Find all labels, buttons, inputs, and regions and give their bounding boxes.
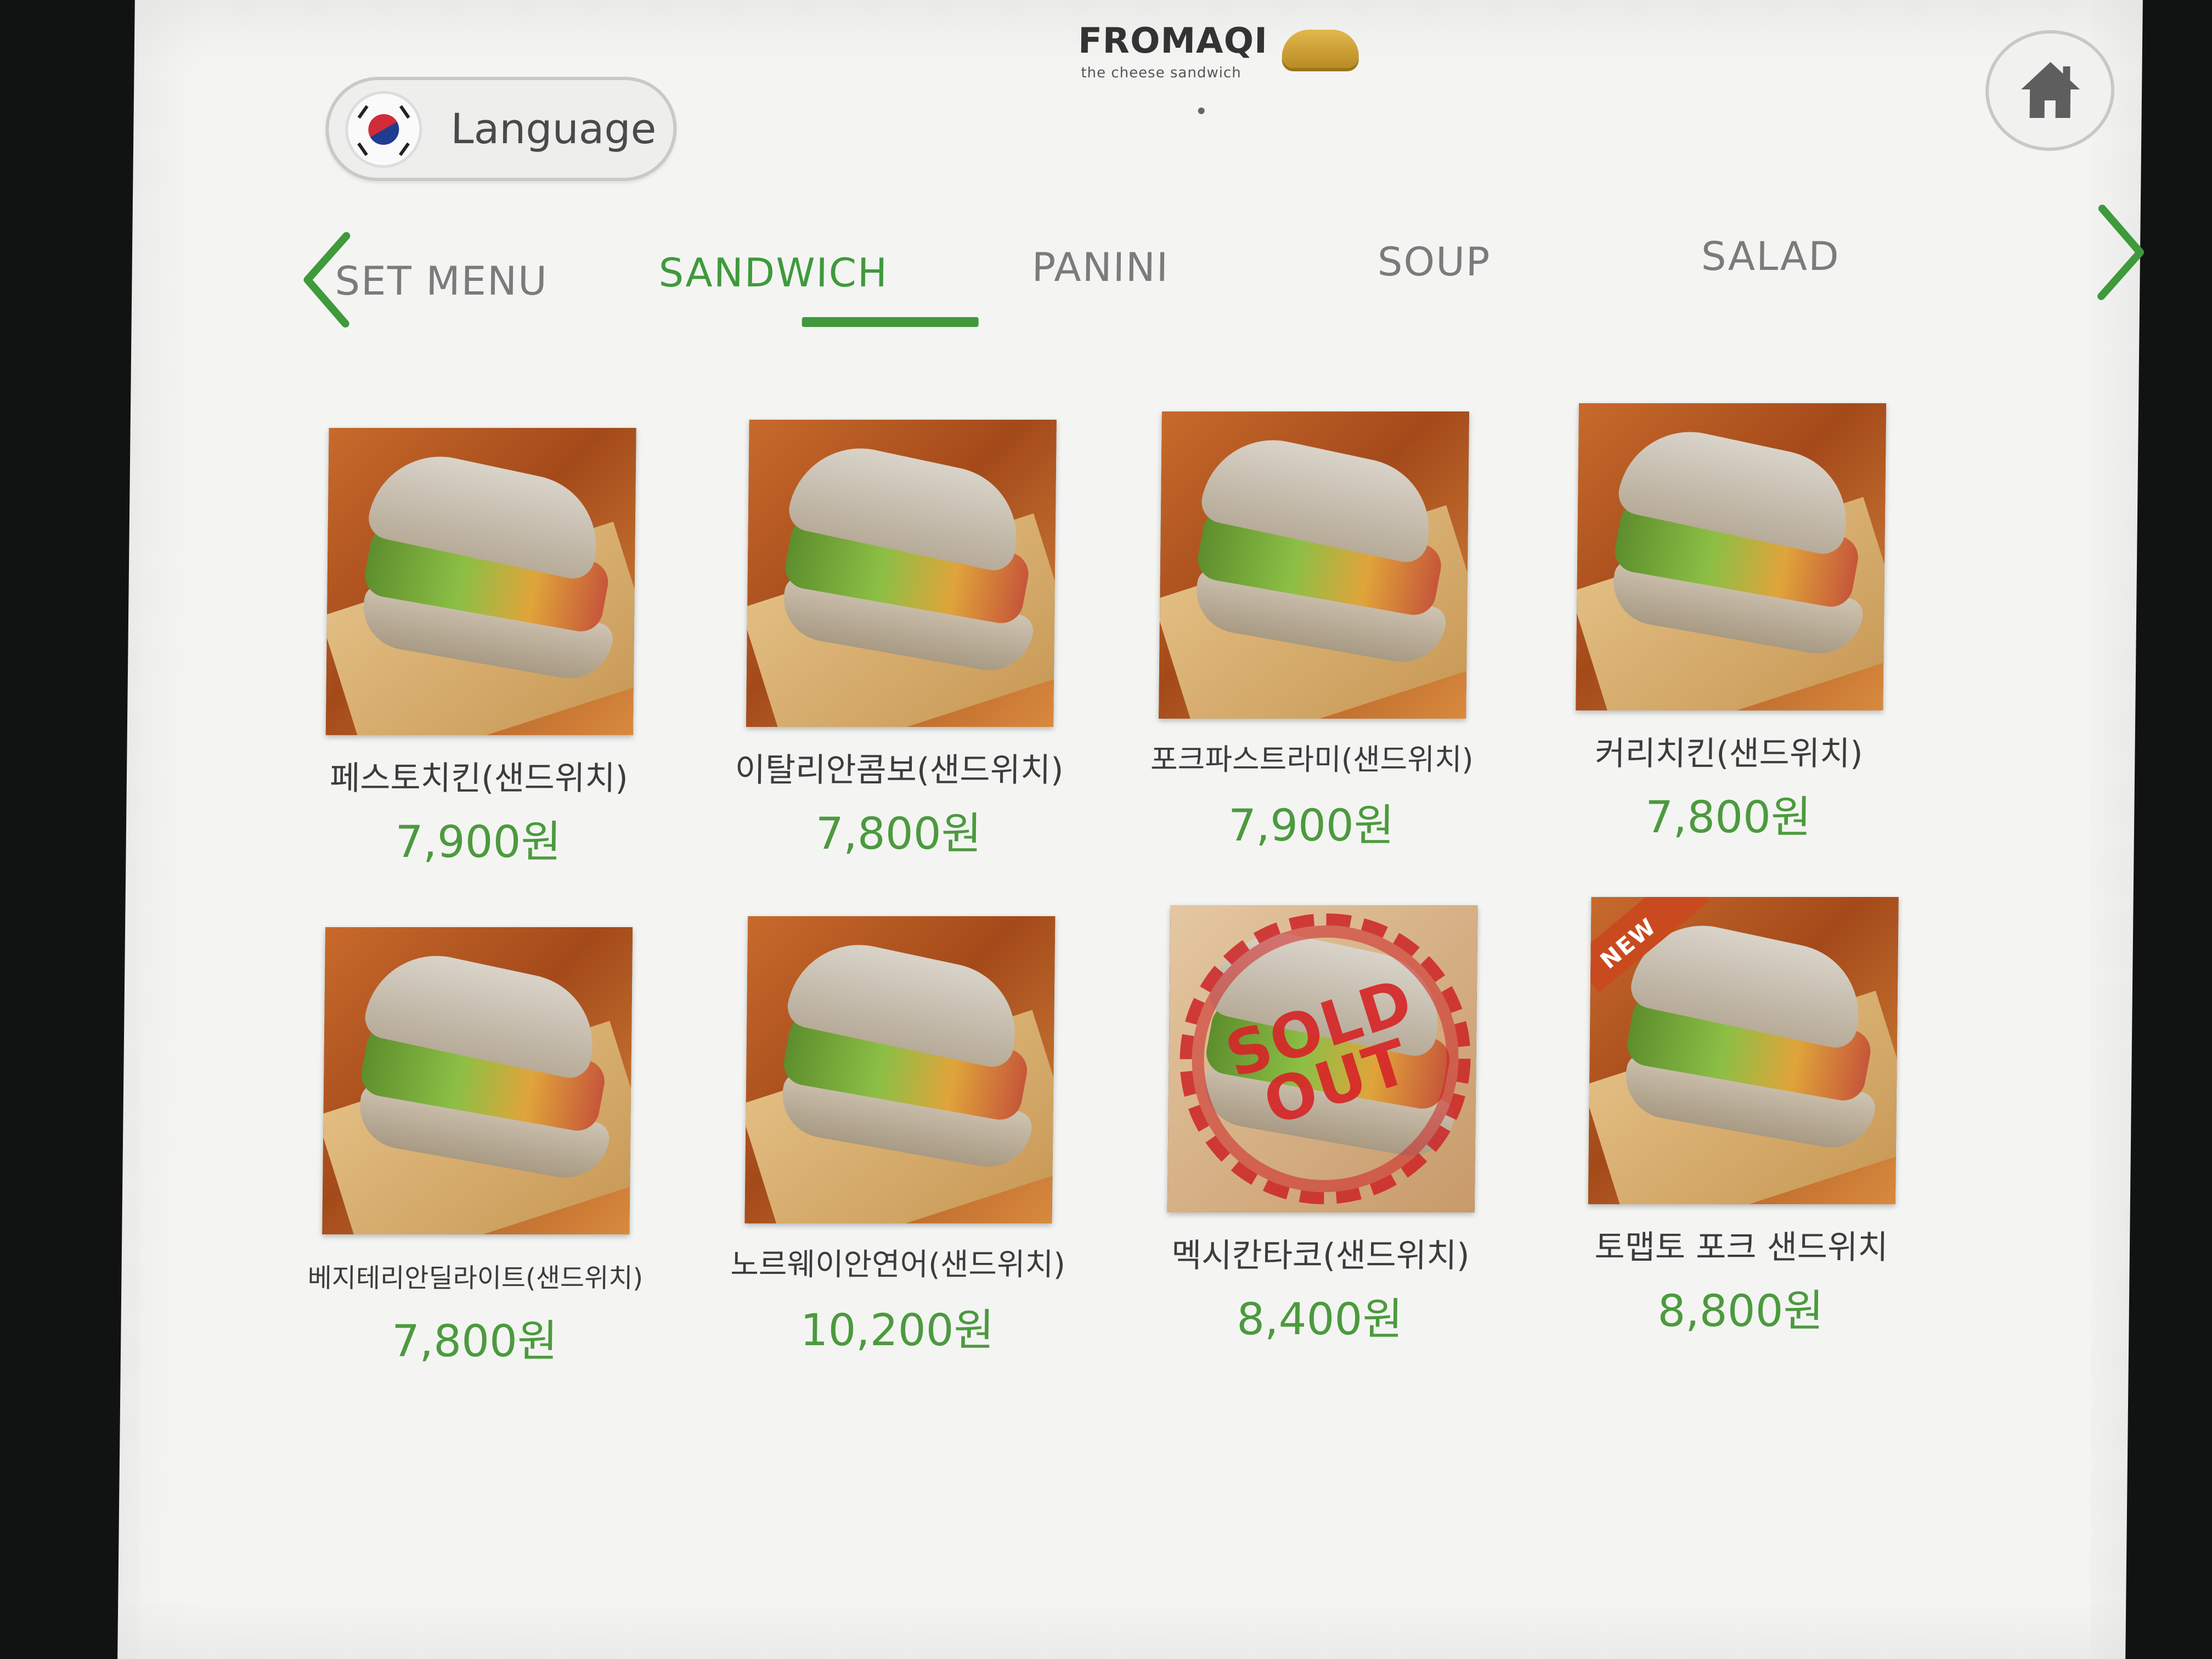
menu-item-photo: NEW bbox=[1588, 897, 1899, 1204]
taeguk-mark bbox=[363, 108, 405, 151]
trigram-mark bbox=[398, 142, 410, 156]
menu-item-name: 토맵토 포크 샌드위치 bbox=[1594, 1228, 1888, 1267]
menu-item-name: 포크파스트라미(샌드위치) bbox=[1150, 742, 1474, 777]
trigram-mark bbox=[357, 142, 368, 156]
brand-name: FROMAQI bbox=[1077, 21, 1268, 61]
language-button[interactable]: Language bbox=[325, 77, 678, 181]
home-button[interactable] bbox=[1984, 30, 2115, 151]
home-icon bbox=[2021, 62, 2080, 118]
trigram-mark bbox=[357, 105, 369, 119]
brand-tagline: the cheese sandwich bbox=[1081, 65, 1242, 81]
menu-item-price: 10,200원 bbox=[800, 1305, 995, 1356]
tab-set-menu[interactable]: SET MENU bbox=[335, 258, 548, 304]
active-tab-indicator bbox=[802, 317, 979, 327]
tab-panini[interactable]: PANINI bbox=[1031, 244, 1169, 290]
menu-item-name: 커리치킨(샌드위치) bbox=[1594, 735, 1864, 773]
menu-item-price: 8,800원 bbox=[1657, 1285, 1824, 1336]
tab-soup[interactable]: SOUP bbox=[1377, 239, 1491, 285]
kiosk-screen: FROMAQI the cheese sandwich Language SET… bbox=[117, 0, 2145, 1659]
language-label: Language bbox=[450, 104, 657, 153]
menu-item-price: 7,900원 bbox=[1228, 800, 1395, 851]
menu-item-name: 노르웨이안연어(샌드위치) bbox=[730, 1247, 1066, 1283]
brand-logo: FROMAQI the cheese sandwich bbox=[1077, 16, 1363, 93]
trigram-mark bbox=[399, 105, 410, 119]
menu-item-price: 7,800원 bbox=[391, 1316, 558, 1367]
menu-item-price: 7,900원 bbox=[394, 816, 562, 867]
menu-item-photo bbox=[1576, 403, 1887, 710]
menu-item-price: 8,400원 bbox=[1236, 1294, 1403, 1345]
south-korea-flag-icon bbox=[345, 91, 423, 168]
menu-item-photo bbox=[322, 927, 633, 1234]
menu-item-photo bbox=[744, 916, 1056, 1223]
menu-item-photo bbox=[325, 428, 636, 735]
menu-item-name: 이탈리안콤보(샌드위치) bbox=[735, 751, 1064, 789]
menu-item-price: 7,800원 bbox=[1645, 792, 1812, 843]
camera-dot bbox=[1198, 108, 1205, 114]
menu-item-photo bbox=[746, 420, 1057, 727]
menu-item-name: 베지테리안딜라이트(샌드위치) bbox=[307, 1263, 644, 1294]
menu-item-name: 멕시칸타코(샌드위치) bbox=[1171, 1237, 1470, 1275]
bun-logo-icon bbox=[1282, 30, 1359, 68]
tab-sandwich[interactable]: SANDWICH bbox=[658, 250, 888, 296]
menu-item-photo: SOLD OUT bbox=[1167, 905, 1478, 1212]
chevron-right-icon[interactable] bbox=[2085, 198, 2152, 307]
menu-item-name: 페스토치킨(샌드위치) bbox=[329, 759, 629, 798]
menu-item-price: 7,800원 bbox=[815, 808, 982, 859]
menu-item-photo bbox=[1159, 411, 1469, 719]
tab-salad[interactable]: SALAD bbox=[1701, 233, 1841, 279]
